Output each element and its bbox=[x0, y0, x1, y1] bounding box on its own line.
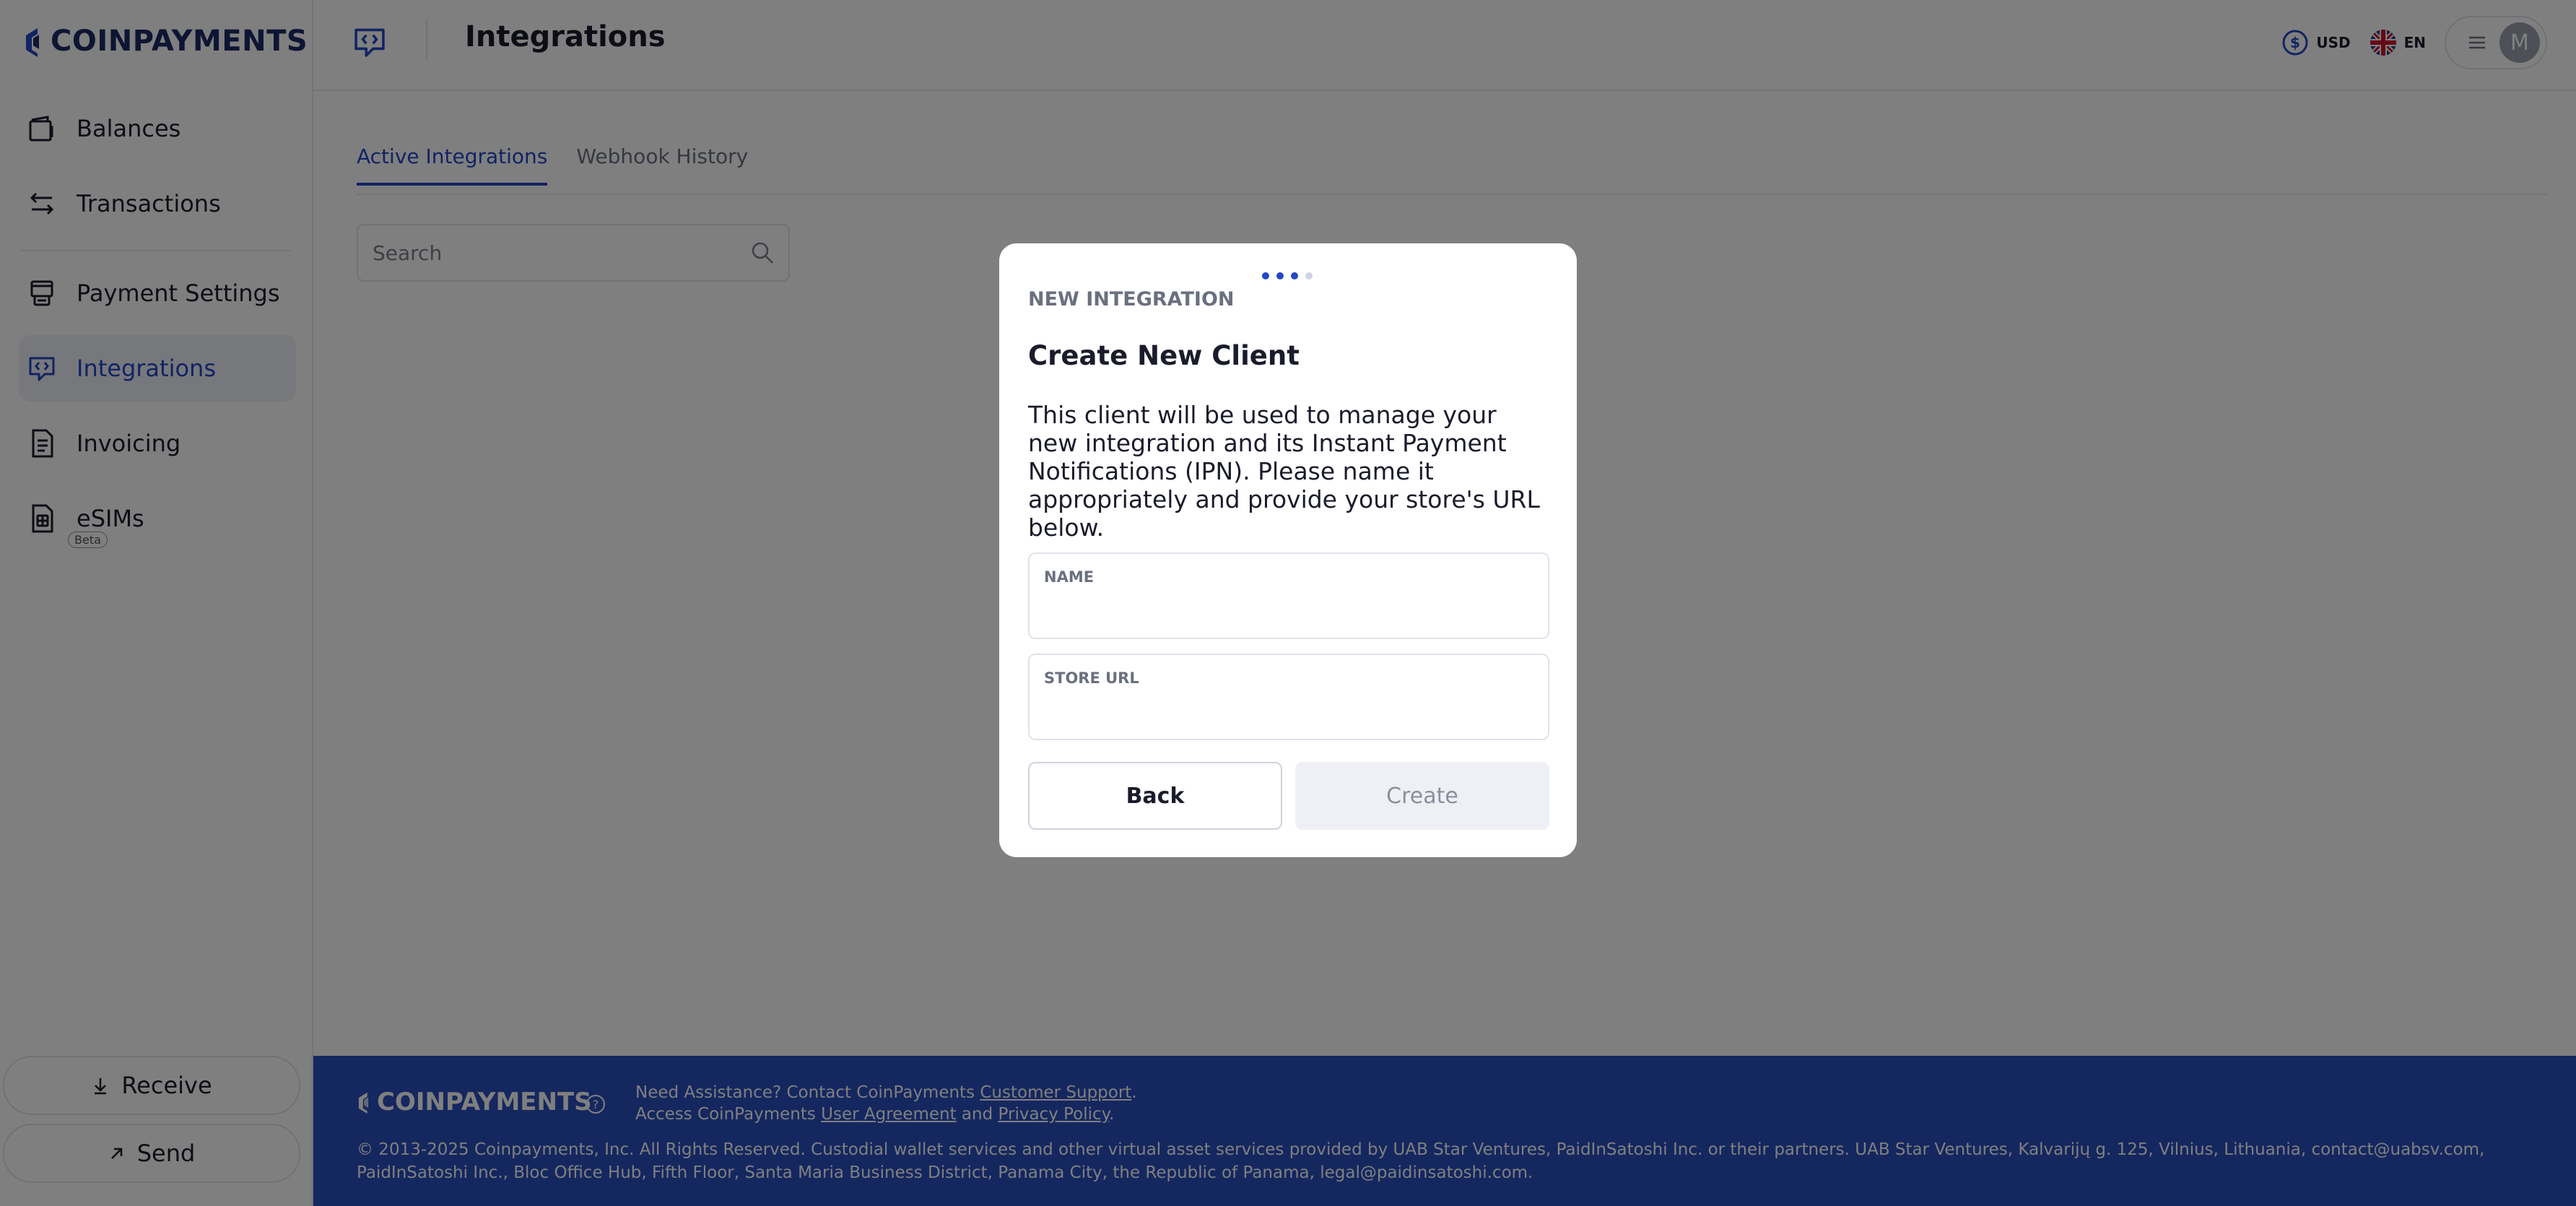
step-dot bbox=[1305, 272, 1313, 279]
name-input[interactable] bbox=[1044, 594, 1535, 629]
store-url-input[interactable] bbox=[1044, 695, 1535, 730]
new-integration-modal: NEW INTEGRATION Create New Client This c… bbox=[999, 243, 1577, 857]
step-indicator bbox=[1262, 272, 1313, 279]
step-dot bbox=[1276, 272, 1284, 279]
store-url-field-label: STORE URL bbox=[1044, 669, 1139, 687]
step-dot bbox=[1262, 272, 1269, 279]
store-url-field[interactable]: STORE URL bbox=[1028, 654, 1549, 740]
step-label: NEW INTEGRATION bbox=[1028, 288, 1235, 311]
back-button[interactable]: Back bbox=[1028, 762, 1282, 830]
name-field[interactable]: NAME bbox=[1028, 552, 1549, 639]
step-dot bbox=[1291, 272, 1298, 279]
modal-description: This client will be used to manage your … bbox=[1028, 401, 1540, 542]
name-field-label: NAME bbox=[1044, 568, 1095, 586]
create-button[interactable]: Create bbox=[1295, 762, 1549, 830]
modal-title: Create New Client bbox=[1028, 340, 1300, 371]
